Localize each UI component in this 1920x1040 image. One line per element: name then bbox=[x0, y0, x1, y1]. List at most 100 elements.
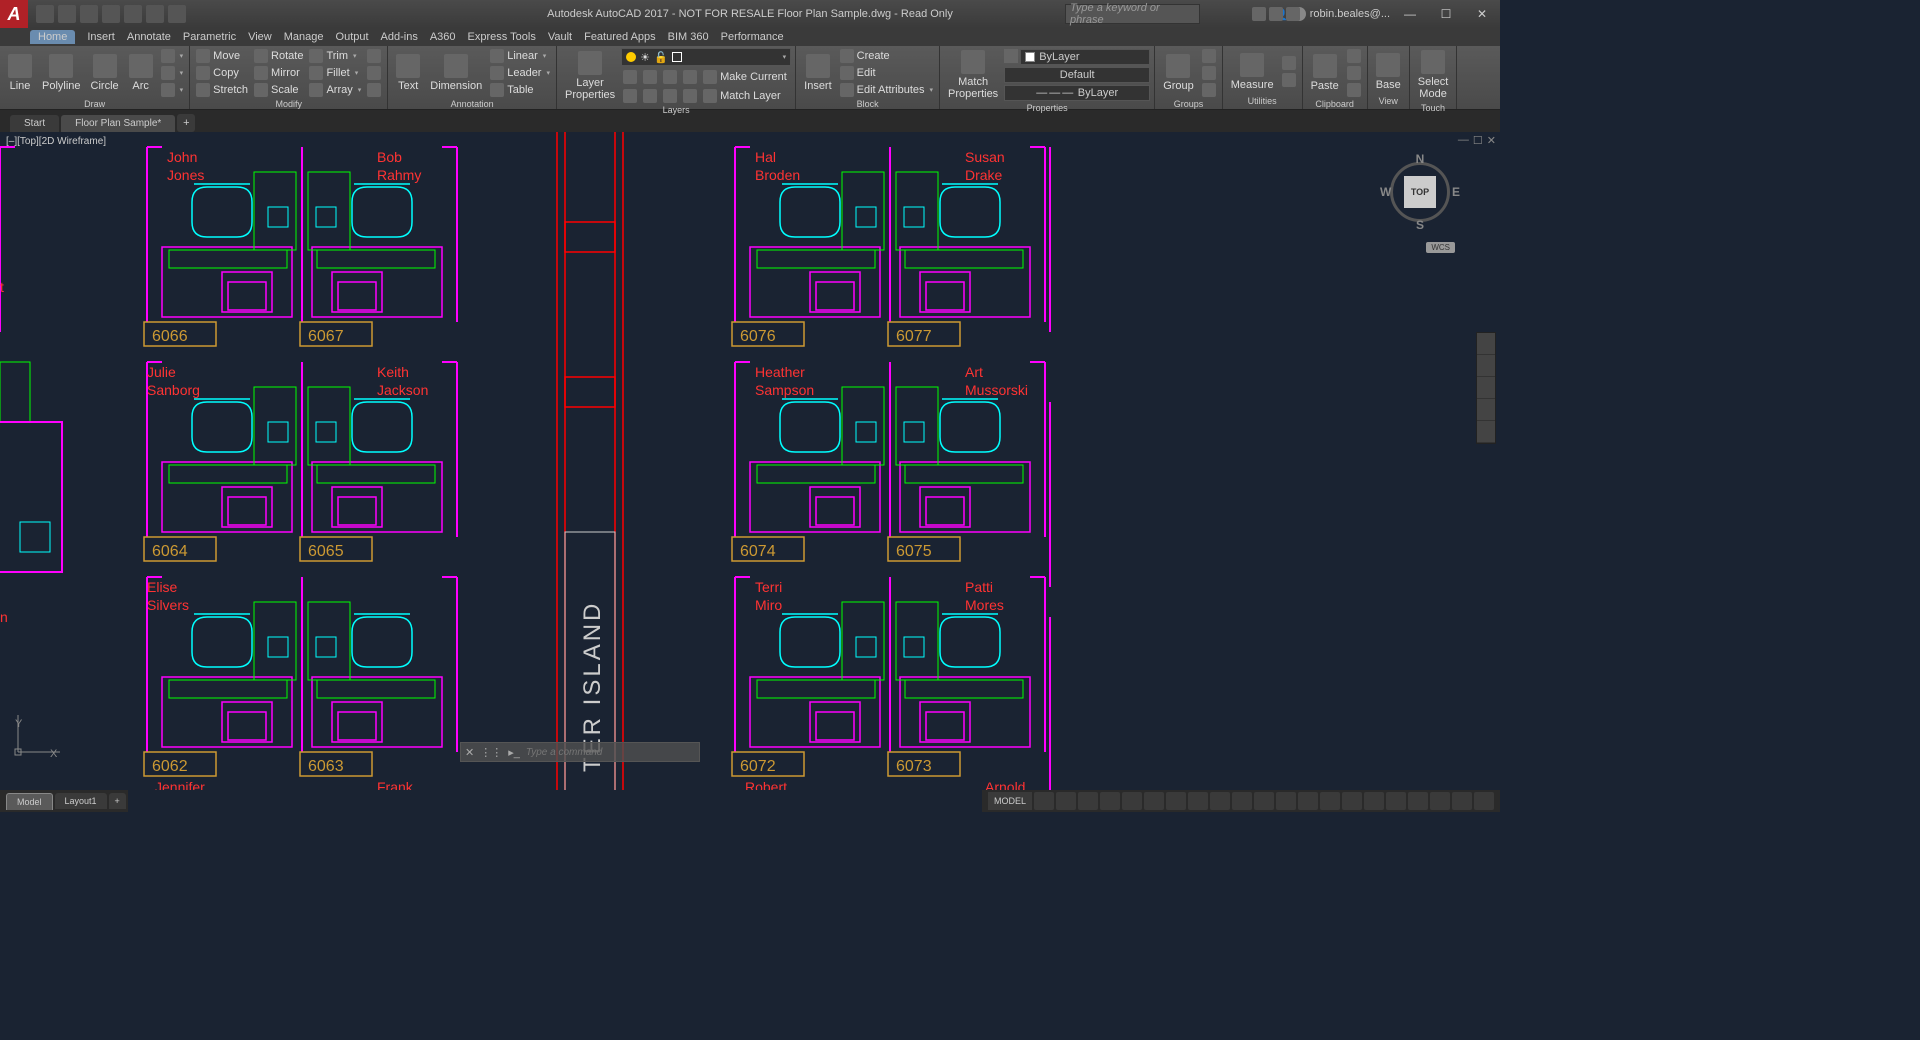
tab-parametric[interactable]: Parametric bbox=[183, 31, 236, 43]
linear-button[interactable]: Linear▾ bbox=[488, 48, 552, 64]
tab-bim360[interactable]: BIM 360 bbox=[668, 31, 709, 43]
status-annomonitor-icon[interactable] bbox=[1276, 792, 1296, 810]
table-button[interactable]: Table bbox=[488, 82, 552, 98]
layer-tool3[interactable] bbox=[661, 69, 679, 85]
status-units-icon[interactable] bbox=[1342, 792, 1362, 810]
rotate-button[interactable]: Rotate bbox=[252, 48, 305, 64]
status-qprops-icon[interactable] bbox=[1364, 792, 1384, 810]
lineweight-selector[interactable]: Default bbox=[1004, 67, 1150, 83]
command-input[interactable] bbox=[526, 747, 695, 758]
array-button[interactable]: Array▾ bbox=[307, 82, 363, 98]
qat-new-icon[interactable] bbox=[36, 5, 54, 23]
move-button[interactable]: Move bbox=[194, 48, 250, 64]
layer-tool2[interactable] bbox=[641, 69, 659, 85]
close-button[interactable]: ✕ bbox=[1464, 0, 1500, 28]
layout-tab-layout1[interactable]: Layout1 bbox=[55, 793, 107, 809]
status-cycling-icon[interactable] bbox=[1254, 792, 1274, 810]
cmd-handle-icon[interactable]: ⋮⋮ bbox=[480, 746, 502, 759]
layer-tool6[interactable] bbox=[641, 88, 659, 104]
copy-button[interactable]: Copy bbox=[194, 65, 250, 81]
qat-plot-icon[interactable] bbox=[124, 5, 142, 23]
status-osnap-icon[interactable] bbox=[1144, 792, 1164, 810]
status-lweight-icon[interactable] bbox=[1210, 792, 1230, 810]
arc-button[interactable]: Arc bbox=[125, 52, 157, 94]
help-icon[interactable] bbox=[1286, 7, 1300, 21]
status-clean-icon[interactable] bbox=[1452, 792, 1472, 810]
qat-saveas-icon[interactable] bbox=[102, 5, 120, 23]
app-menu-icon[interactable]: A bbox=[0, 0, 28, 28]
status-isolate-icon[interactable] bbox=[1430, 792, 1450, 810]
modify-misc1[interactable] bbox=[365, 48, 383, 64]
maximize-button[interactable]: ☐ bbox=[1428, 0, 1464, 28]
new-file-tab[interactable]: + bbox=[177, 114, 195, 132]
tab-manage[interactable]: Manage bbox=[284, 31, 324, 43]
connect-icon[interactable] bbox=[1269, 7, 1283, 21]
layer-selector[interactable]: ☀ 🔓 ▾ bbox=[621, 48, 791, 66]
edit-button[interactable]: Edit bbox=[838, 65, 935, 81]
modify-misc2[interactable] bbox=[365, 65, 383, 81]
util-tool2[interactable] bbox=[1280, 72, 1298, 88]
draw-misc2[interactable]: ▾ bbox=[159, 65, 186, 81]
paste-button[interactable]: Paste bbox=[1307, 52, 1343, 94]
status-hardware-icon[interactable] bbox=[1408, 792, 1428, 810]
qat-open-icon[interactable] bbox=[58, 5, 76, 23]
status-grid-icon[interactable] bbox=[1034, 792, 1054, 810]
drawing-canvas[interactable]: [–][Top][2D Wireframe] — ☐ ✕ TOP N S E W… bbox=[0, 132, 1500, 790]
layer-tool8[interactable] bbox=[681, 88, 699, 104]
status-lock-icon[interactable] bbox=[1386, 792, 1406, 810]
create-button[interactable]: Create bbox=[838, 48, 935, 64]
layout-tab-add[interactable]: + bbox=[109, 793, 126, 809]
tab-express[interactable]: Express Tools bbox=[468, 31, 536, 43]
dimension-button[interactable]: Dimension bbox=[426, 52, 486, 94]
mirror-button[interactable]: Mirror bbox=[252, 65, 305, 81]
util-tool1[interactable] bbox=[1280, 55, 1298, 71]
status-annoscale-icon[interactable] bbox=[1298, 792, 1318, 810]
tab-output[interactable]: Output bbox=[336, 31, 369, 43]
group-tool1[interactable] bbox=[1200, 48, 1218, 64]
clip-tool2[interactable] bbox=[1345, 65, 1363, 81]
tab-insert[interactable]: Insert bbox=[87, 31, 115, 43]
match-properties-button[interactable]: Match Properties bbox=[944, 48, 1002, 102]
clip-tool1[interactable] bbox=[1345, 48, 1363, 64]
qat-redo-icon[interactable] bbox=[168, 5, 186, 23]
status-otrack-icon[interactable] bbox=[1188, 792, 1208, 810]
group-button[interactable]: Group bbox=[1159, 52, 1198, 94]
fillet-button[interactable]: Fillet▾ bbox=[307, 65, 363, 81]
help-search[interactable]: Type a keyword or phrase bbox=[1065, 4, 1200, 24]
status-polar-icon[interactable] bbox=[1100, 792, 1120, 810]
draw-misc3[interactable]: ▾ bbox=[159, 82, 186, 98]
text-button[interactable]: Text bbox=[392, 52, 424, 94]
trim-button[interactable]: Trim▾ bbox=[307, 48, 363, 64]
base-button[interactable]: Base bbox=[1372, 51, 1405, 93]
clip-tool3[interactable] bbox=[1345, 82, 1363, 98]
group-tool3[interactable] bbox=[1200, 82, 1218, 98]
status-isodraft-icon[interactable] bbox=[1122, 792, 1142, 810]
file-tab-active[interactable]: Floor Plan Sample* bbox=[61, 115, 175, 132]
tab-home[interactable]: Home bbox=[30, 30, 75, 44]
select-mode-button[interactable]: Select Mode bbox=[1414, 48, 1453, 102]
minimize-button[interactable]: — bbox=[1392, 0, 1428, 28]
tab-featured[interactable]: Featured Apps bbox=[584, 31, 656, 43]
layer-tool5[interactable] bbox=[621, 88, 639, 104]
layer-tool1[interactable] bbox=[621, 69, 639, 85]
tab-performance[interactable]: Performance bbox=[721, 31, 784, 43]
line-button[interactable]: Line bbox=[4, 52, 36, 94]
tab-vault[interactable]: Vault bbox=[548, 31, 572, 43]
draw-misc1[interactable]: ▾ bbox=[159, 48, 186, 64]
polyline-button[interactable]: Polyline bbox=[38, 52, 85, 94]
linetype-selector[interactable]: ——— ByLayer bbox=[1004, 85, 1150, 101]
status-custom-icon[interactable] bbox=[1474, 792, 1494, 810]
tab-annotate[interactable]: Annotate bbox=[127, 31, 171, 43]
insert-button[interactable]: Insert bbox=[800, 52, 836, 94]
status-ortho-icon[interactable] bbox=[1078, 792, 1098, 810]
make-current-button[interactable]: Make Current bbox=[701, 69, 789, 85]
match-layer-button[interactable]: Match Layer bbox=[701, 88, 783, 104]
circle-button[interactable]: Circle bbox=[87, 52, 123, 94]
stretch-button[interactable]: Stretch bbox=[194, 82, 250, 98]
exchange-icon[interactable] bbox=[1252, 7, 1266, 21]
qat-undo-icon[interactable] bbox=[146, 5, 164, 23]
layer-properties-button[interactable]: Layer Properties bbox=[561, 49, 619, 103]
color-selector[interactable]: ByLayer bbox=[1020, 49, 1150, 65]
floor-plan-drawing[interactable]: TER ISLAND 60666067JohnJonesBobRahmy6064… bbox=[0, 132, 1500, 790]
measure-button[interactable]: Measure bbox=[1227, 51, 1278, 93]
